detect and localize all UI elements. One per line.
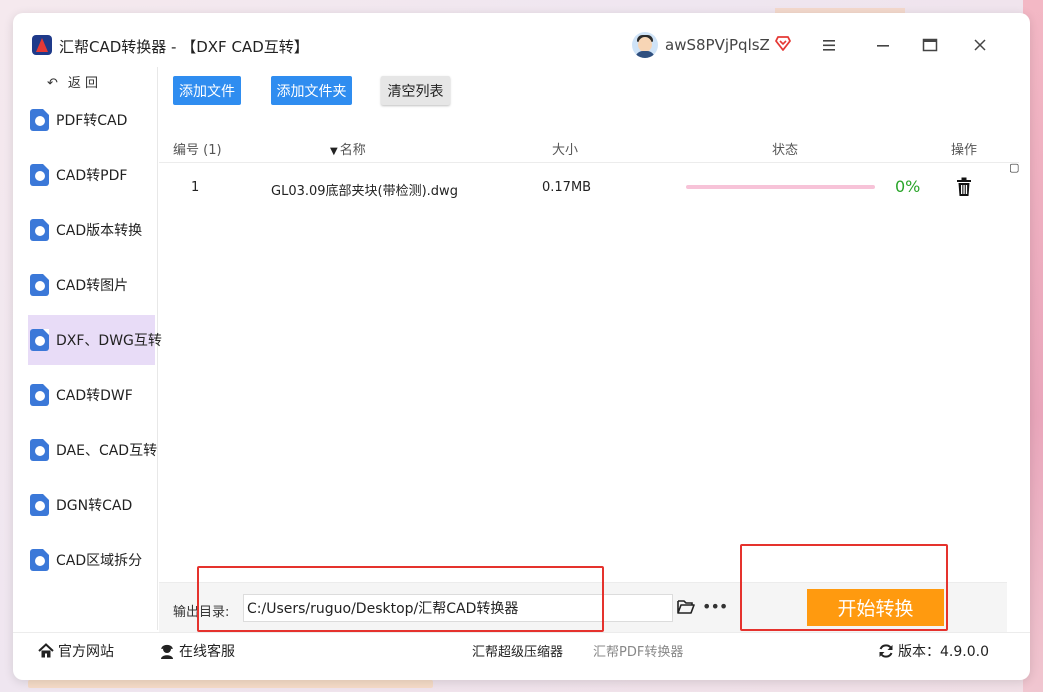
desktop-background-strip: [28, 680, 433, 688]
clear-list-button[interactable]: 清空列表: [381, 76, 450, 105]
close-icon[interactable]: [970, 35, 990, 55]
app-logo-icon: [32, 35, 52, 55]
pdf-converter-link[interactable]: 汇帮PDF转换器: [593, 641, 683, 660]
trash-icon[interactable]: [956, 177, 972, 197]
column-status: 状态: [772, 143, 799, 158]
sidebar-item-label: CAD区域拆分: [56, 553, 143, 569]
row-index: 1: [191, 180, 200, 195]
dxf-dwg-icon: [30, 329, 49, 351]
row-filename: GL03.09底部夹块(带检测).dwg: [271, 184, 458, 199]
sidebar: ↶ 返 回 PDF转CAD CAD转PDF CAD版本转换 CAD转图片 DXF、…: [13, 67, 162, 630]
sidebar-item-cad-version[interactable]: CAD版本转换: [28, 205, 155, 255]
sidebar-item-label: CAD转图片: [56, 278, 129, 294]
sort-desc-icon: ▼: [330, 146, 338, 157]
status-bar: 官方网站 在线客服 汇帮超级压缩器 汇帮PDF转换器 版本：4.9.0.0: [13, 632, 1030, 666]
cad-split-icon: [30, 549, 49, 571]
version-info: 版本：4.9.0.0: [878, 641, 989, 661]
window-title: 汇帮CAD转换器 - 【DXF CAD互转】: [59, 38, 309, 56]
sidebar-item-label: PDF转CAD: [56, 113, 128, 129]
official-website-link[interactable]: 官方网站: [38, 641, 114, 661]
folder-open-icon[interactable]: [677, 599, 695, 615]
version-label: 版本：4.9.0.0: [898, 644, 989, 660]
cad-to-dwf-icon: [30, 384, 49, 406]
app-window: 汇帮CAD转换器 - 【DXF CAD互转】 awS8PVjPqlsZ ↶ 返 回: [13, 13, 1030, 680]
column-index[interactable]: 编号 (1): [173, 139, 222, 158]
sidebar-item-cad-to-dwf[interactable]: CAD转DWF: [28, 370, 155, 420]
sidebar-item-label: DGN转CAD: [56, 498, 133, 514]
sidebar-item-dgn-to-cad[interactable]: DGN转CAD: [28, 480, 155, 530]
table-row[interactable]: 1 GL03.09底部夹块(带检测).dwg 0.17MB 0%: [159, 163, 1019, 213]
cad-to-image-icon: [30, 274, 49, 296]
highlight-box-start-button: [740, 544, 948, 631]
column-name[interactable]: ▼ 名称: [330, 139, 366, 158]
minimize-icon[interactable]: [873, 35, 893, 55]
home-icon: [38, 643, 54, 658]
user-avatar[interactable]: [632, 32, 658, 58]
sidebar-item-label: DXF、DWG互转: [56, 333, 162, 349]
dae-cad-icon: [30, 439, 49, 461]
online-support-label: 在线客服: [179, 644, 235, 660]
official-website-label: 官方网站: [58, 644, 114, 660]
column-name-label: 名称: [339, 143, 366, 158]
add-folder-button[interactable]: 添加文件夹: [271, 76, 352, 105]
file-table-header: 编号 (1) ▼ 名称 大小 状态 操作: [159, 126, 1019, 163]
cad-version-icon: [30, 219, 49, 241]
cad-to-pdf-icon: [30, 164, 49, 186]
highlight-box-output-path: [197, 566, 604, 632]
column-size[interactable]: 大小: [552, 139, 578, 158]
back-label: 返 回: [67, 76, 99, 91]
headset-icon: [161, 644, 173, 659]
sidebar-item-label: CAD版本转换: [56, 223, 143, 239]
pdf-to-cad-icon: [30, 109, 49, 131]
back-button[interactable]: ↶ 返 回: [47, 72, 98, 91]
refresh-icon[interactable]: [878, 643, 894, 659]
column-action: 操作: [951, 143, 978, 158]
progress-percent: 0%: [895, 177, 921, 196]
dgn-to-cad-icon: [30, 494, 49, 516]
maximize-icon[interactable]: [920, 35, 940, 55]
add-file-button[interactable]: 添加文件: [173, 76, 241, 105]
sidebar-item-pdf-to-cad[interactable]: PDF转CAD: [28, 95, 155, 145]
vip-diamond-icon[interactable]: [775, 35, 791, 51]
username-label[interactable]: awS8PVjPqlsZ: [665, 36, 770, 54]
sidebar-item-cad-to-image[interactable]: CAD转图片: [28, 260, 155, 310]
row-filesize: 0.17MB: [542, 180, 592, 195]
offscreen-edge-icon: ▢: [1009, 161, 1020, 174]
progress-bar: [686, 185, 875, 189]
hamburger-menu-icon[interactable]: [819, 35, 839, 55]
online-support-link[interactable]: 在线客服: [159, 641, 235, 661]
sidebar-item-dae-cad[interactable]: DAE、CAD互转: [28, 425, 158, 475]
sidebar-item-label: CAD转DWF: [56, 388, 133, 404]
sidebar-item-label: CAD转PDF: [56, 168, 128, 184]
sidebar-item-dxf-dwg[interactable]: DXF、DWG互转: [28, 315, 162, 365]
back-arrow-icon: ↶: [47, 76, 58, 91]
compressor-link[interactable]: 汇帮超级压缩器: [472, 641, 563, 660]
title-bar: 汇帮CAD转换器 - 【DXF CAD互转】 awS8PVjPqlsZ: [13, 13, 1030, 67]
sidebar-item-cad-to-pdf[interactable]: CAD转PDF: [28, 150, 155, 200]
sidebar-item-cad-split[interactable]: CAD区域拆分: [28, 535, 155, 585]
more-dots-icon[interactable]: •••: [702, 597, 728, 616]
sidebar-item-label: DAE、CAD互转: [56, 443, 158, 459]
